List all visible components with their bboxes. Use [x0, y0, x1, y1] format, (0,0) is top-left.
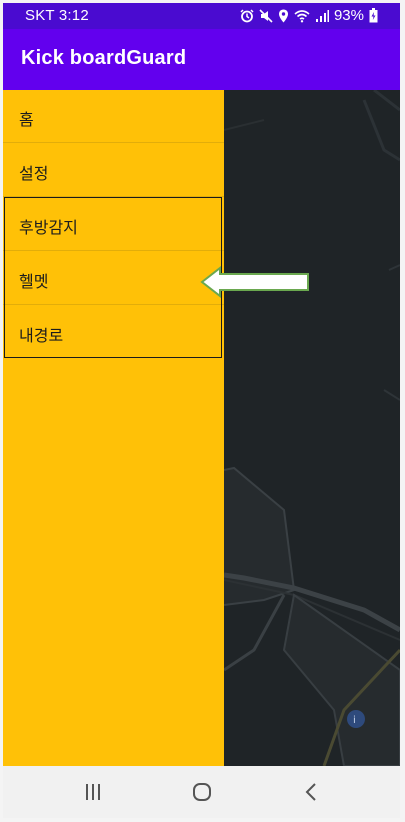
back-icon[interactable]	[299, 780, 325, 804]
app-title: Kick boardGuard	[21, 47, 187, 69]
home-icon[interactable]	[189, 780, 215, 804]
drawer-item-settings[interactable]: 설정	[3, 144, 224, 197]
drawer-item-label: 헬멧	[19, 272, 49, 291]
navigation-drawer: 홈 설정 후방감지 헬멧 내경로	[3, 90, 224, 766]
drawer-item-label: 설정	[19, 164, 49, 183]
drawer-item-helmet[interactable]: 헬멧	[3, 252, 224, 305]
pointer-arrow-icon	[200, 265, 312, 299]
drawer-item-label: 내경로	[19, 326, 64, 345]
signal-icon	[315, 9, 329, 23]
drawer-item-home[interactable]: 홈	[3, 90, 224, 143]
map-graphic: i	[224, 90, 400, 766]
drawer-item-label: 후방감지	[19, 218, 78, 237]
drawer-item-my-route[interactable]: 내경로	[3, 306, 224, 359]
mute-icon	[259, 8, 273, 23]
status-bar: SKT 3:12 93%	[3, 3, 400, 29]
app-bar: Kick boardGuard	[3, 29, 400, 90]
status-carrier-time: SKT 3:12	[25, 7, 89, 24]
drawer-item-rear-detection[interactable]: 후방감지	[3, 198, 224, 251]
recents-icon[interactable]	[80, 780, 106, 804]
status-icons: 93%	[240, 7, 378, 24]
battery-icon	[369, 8, 378, 23]
alarm-icon	[240, 8, 254, 23]
battery-percent: 93%	[333, 7, 364, 24]
system-nav-bar	[3, 766, 400, 818]
location-icon	[278, 9, 289, 23]
svg-text:i: i	[353, 715, 356, 726]
phone-screen: SKT 3:12 93% Kick boardGuard i 홈 설정 후방감지…	[0, 0, 405, 822]
map-view[interactable]: i	[224, 90, 400, 766]
drawer-item-label: 홈	[19, 110, 34, 129]
wifi-icon	[294, 9, 310, 23]
